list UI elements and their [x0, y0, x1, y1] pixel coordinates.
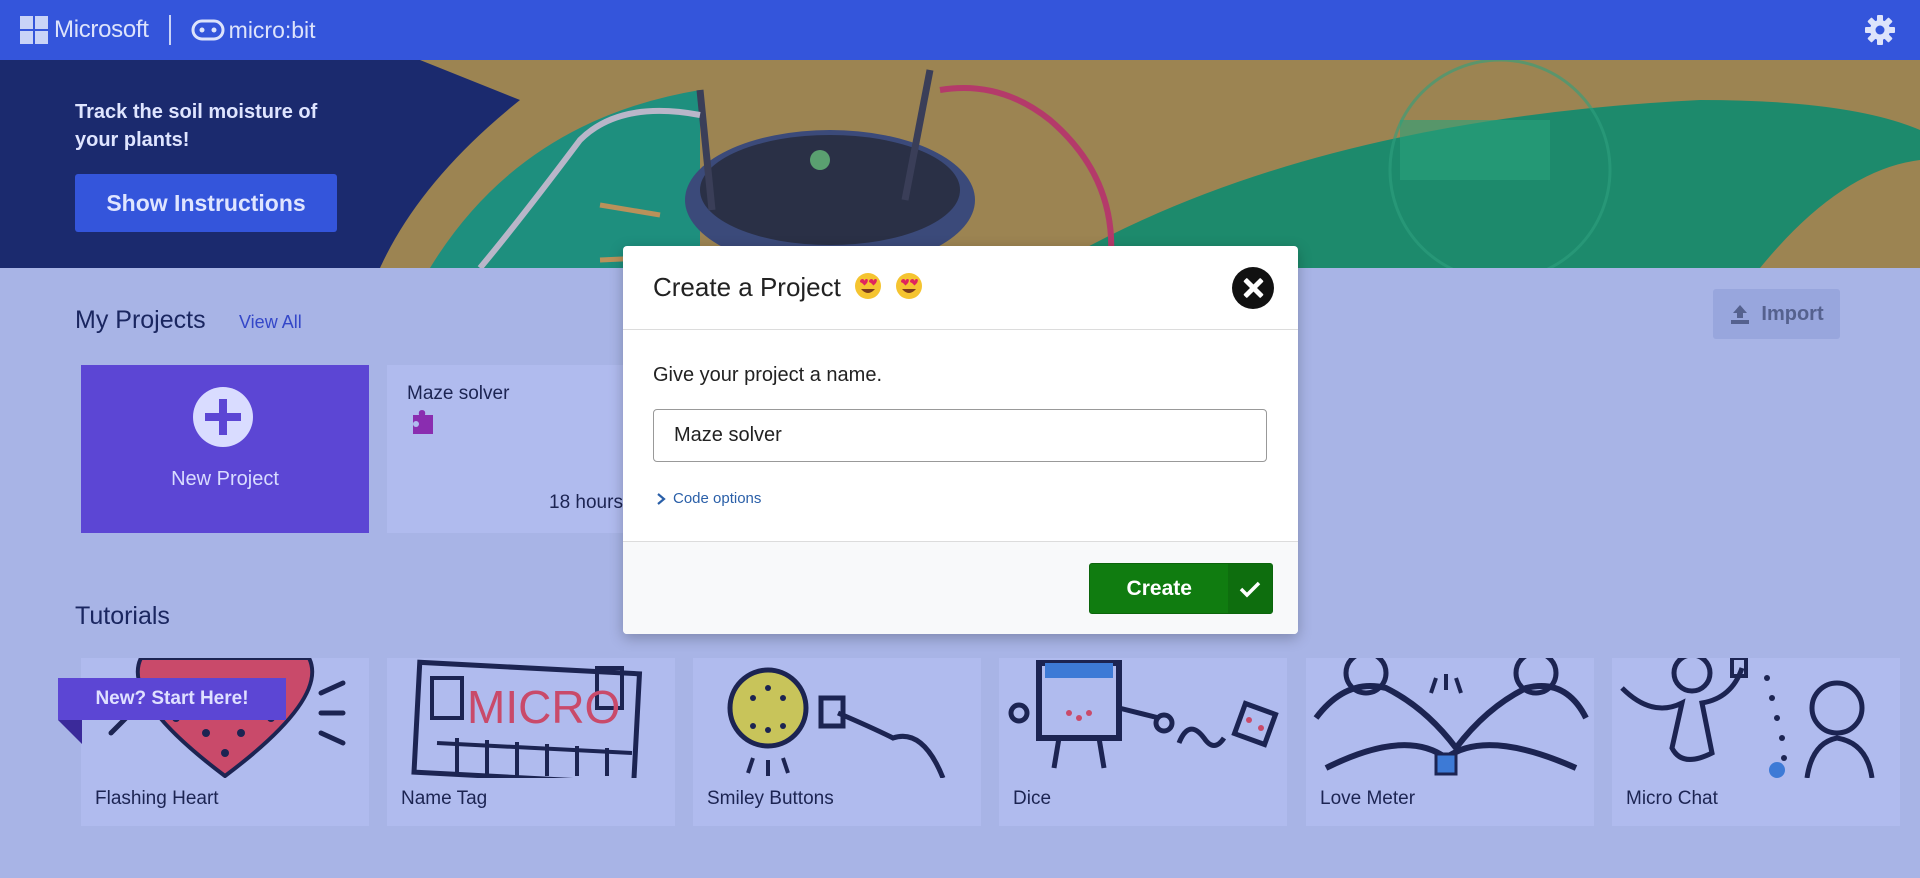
project-name-prompt: Give your project a name.: [653, 364, 882, 386]
project-name-input[interactable]: [653, 409, 1267, 462]
code-options-label: Code options: [673, 490, 762, 507]
tutorial-card-micro-chat[interactable]: Micro Chat: [1612, 658, 1900, 826]
tutorials-title: Tutorials: [75, 602, 170, 630]
close-icon[interactable]: [1232, 267, 1274, 309]
hero-plant-illustration: [0, 60, 1920, 268]
create-project-dialog: Create a Project Give your project a nam…: [623, 246, 1298, 634]
header-divider: [168, 15, 171, 45]
gear-icon[interactable]: [1864, 14, 1896, 46]
dialog-title-text: Create a Project: [653, 272, 841, 302]
microbit-logo[interactable]: micro:bit: [191, 17, 316, 44]
tutorial-card-smiley-buttons[interactable]: Smiley Buttons: [693, 658, 981, 826]
create-button[interactable]: Create: [1089, 563, 1273, 614]
microbit-brand-text: micro:bit: [228, 16, 316, 43]
tutorial-label: Name Tag: [401, 788, 488, 809]
tutorial-label: Smiley Buttons: [707, 788, 834, 809]
microsoft-grid-icon: [20, 16, 48, 44]
svg-text:MICRO: MICRO: [467, 681, 620, 733]
tutorial-label: Flashing Heart: [95, 788, 219, 809]
import-button[interactable]: Import: [1713, 289, 1840, 339]
show-instructions-button[interactable]: Show Instructions: [75, 174, 337, 232]
microbit-icon: [191, 19, 225, 41]
upload-icon: [1731, 305, 1750, 324]
view-all-link[interactable]: View All: [239, 312, 302, 333]
tutorial-card-dice[interactable]: Dice: [999, 658, 1287, 826]
smiley-buttons-illustration: [727, 667, 946, 778]
micro-chat-illustration: [1620, 658, 1875, 778]
hero-banner: Track the soil moisture of your plants! …: [0, 60, 1920, 268]
microsoft-brand-text: Microsoft: [54, 16, 149, 43]
microsoft-logo[interactable]: Microsoft: [20, 16, 149, 44]
code-options-toggle[interactable]: Code options: [655, 490, 761, 507]
top-bar: Microsoft micro:bit: [0, 0, 1920, 60]
hero-heading: Track the soil moisture of your plants!: [75, 101, 318, 151]
tutorial-card-love-meter[interactable]: Love Meter: [1306, 658, 1594, 826]
tutorial-label: Love Meter: [1320, 788, 1416, 809]
checkmark-icon: [1228, 564, 1272, 613]
new-project-card[interactable]: New Project: [81, 365, 369, 533]
dialog-header: Create a Project: [623, 246, 1298, 330]
project-last-edited: 18 hours: [549, 492, 623, 513]
new-project-label: New Project: [171, 468, 279, 490]
chevron-right-icon: [657, 492, 666, 505]
dialog-footer: Create: [623, 541, 1298, 634]
tutorial-label: Dice: [1013, 788, 1052, 809]
heart-eyes-emoji-icon: [855, 273, 882, 299]
dialog-title: Create a Project: [653, 272, 923, 303]
tutorial-label: Micro Chat: [1626, 788, 1718, 809]
puzzle-icon: [413, 410, 433, 434]
new-start-here-ribbon[interactable]: New? Start Here!: [58, 678, 286, 720]
create-button-label: Create: [1126, 576, 1192, 600]
my-projects-title: My Projects: [75, 306, 206, 334]
ribbon-fold: [58, 720, 82, 744]
name-tag-illustration: MICRO: [411, 659, 643, 778]
heart-eyes-emoji-icon: [896, 273, 923, 299]
import-label: Import: [1761, 302, 1824, 325]
plus-icon: [193, 387, 253, 447]
love-meter-illustration: [1313, 658, 1589, 776]
tutorial-card-name-tag[interactable]: MICRO Name Tag: [387, 658, 675, 826]
dice-illustration: [1008, 660, 1279, 769]
project-name: Maze solver: [407, 383, 510, 404]
